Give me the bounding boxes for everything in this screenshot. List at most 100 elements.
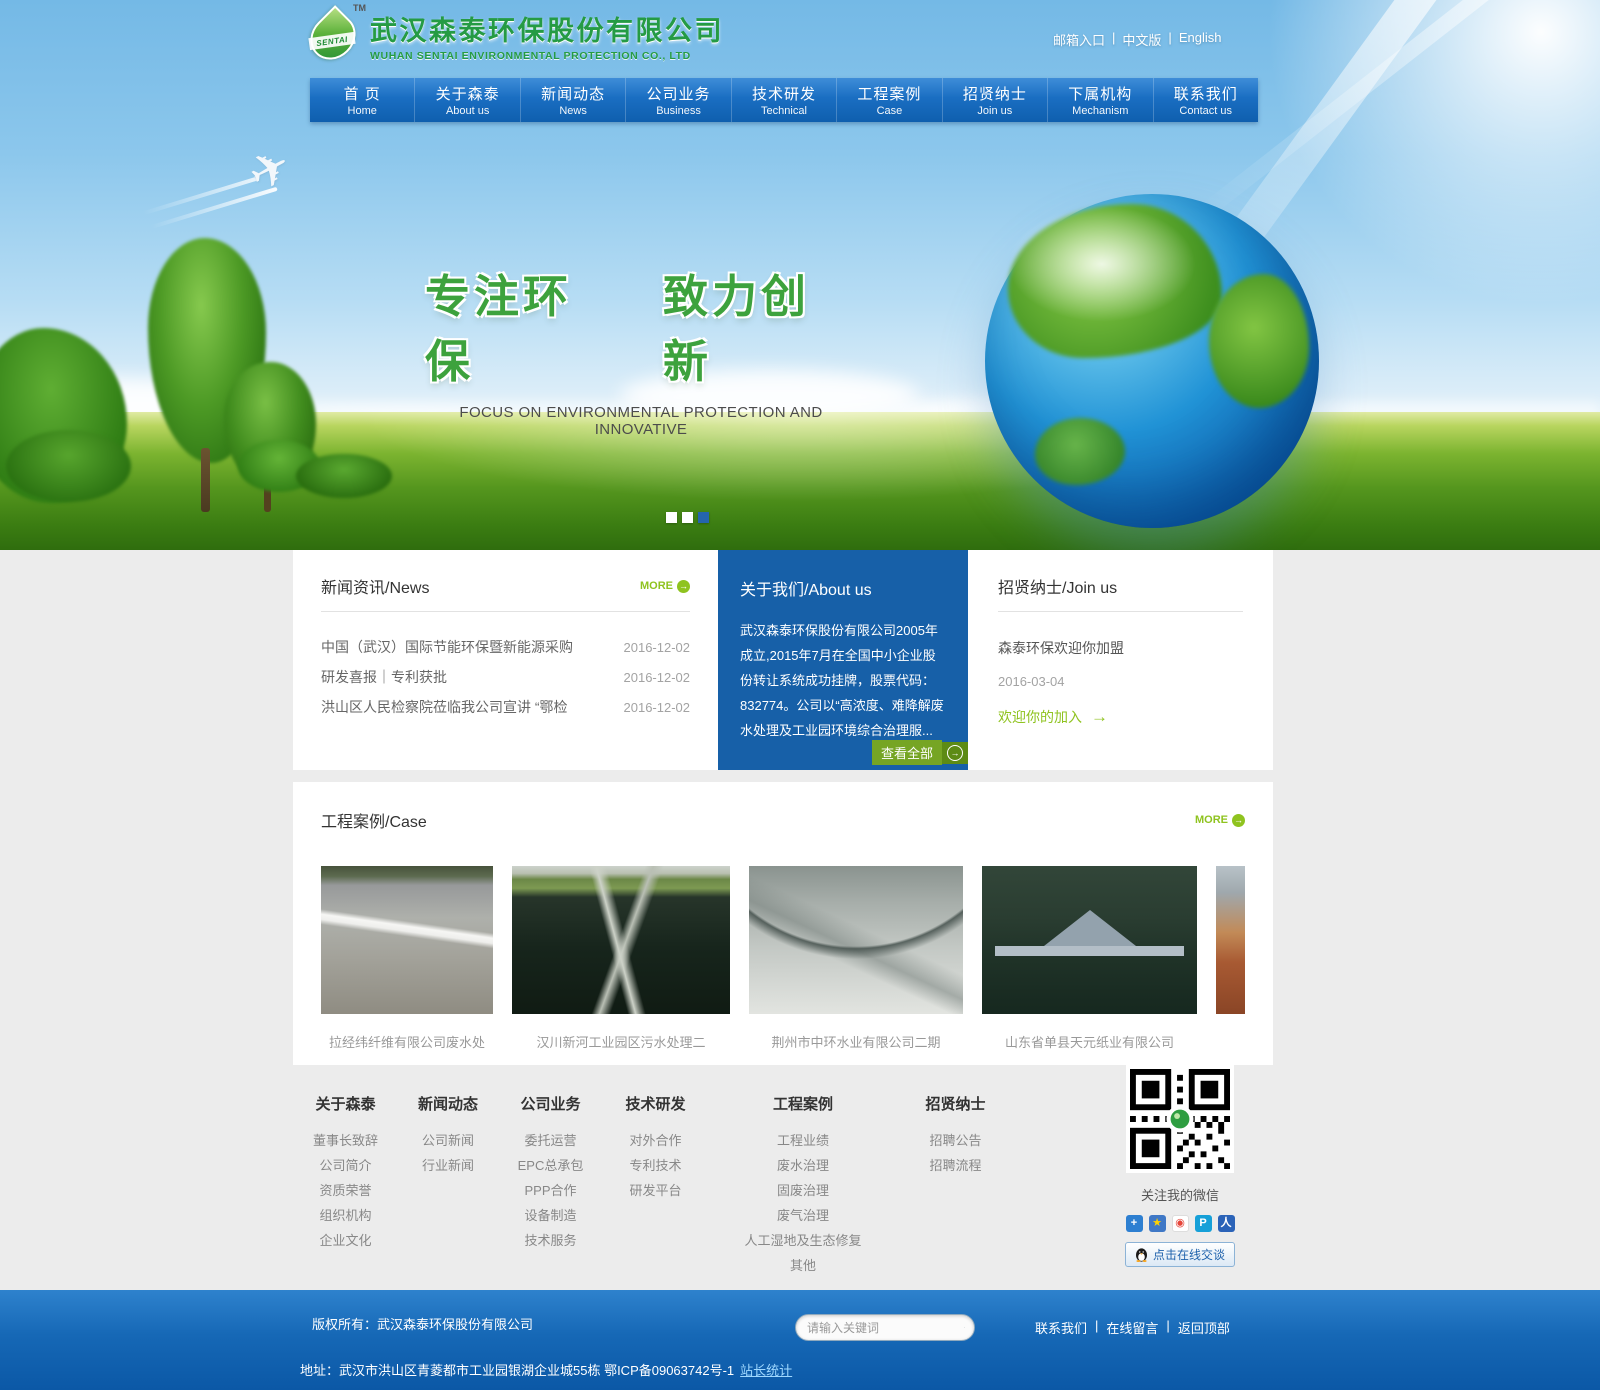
footer-col-business: 公司业务 委托运营 EPC总承包 PPP合作 设备制造 技术服务: [498, 1093, 603, 1278]
footer-link-columns: 关于森泰 董事长致辞 公司简介 资质荣誉 组织机构 企业文化 新闻动态 公司新闻…: [293, 1093, 1013, 1278]
bush: [296, 454, 392, 498]
footer-link[interactable]: 工程业绩: [708, 1128, 898, 1153]
news-more-link[interactable]: MORE →: [640, 580, 690, 593]
company-name-cn: 武汉森泰环保股份有限公司: [370, 9, 724, 48]
footer-link[interactable]: 组织机构: [293, 1203, 398, 1228]
footer-col-about: 关于森泰 董事长致辞 公司简介 资质荣誉 组织机构 企业文化: [293, 1093, 398, 1278]
renren-icon[interactable]: 人: [1218, 1215, 1235, 1232]
carousel-dot-1[interactable]: [666, 512, 677, 523]
footer-link[interactable]: 其他: [708, 1253, 898, 1278]
footer-link[interactable]: 公司新闻: [398, 1128, 498, 1153]
chinese-version-link[interactable]: 中文版: [1122, 30, 1161, 49]
banner-slogan: 专注环保 致力创新 FOCUS ON ENVIRONMENTAL PROTECT…: [425, 260, 857, 438]
carousel-dot-2[interactable]: [682, 512, 693, 523]
footer-link[interactable]: 研发平台: [603, 1178, 708, 1203]
footer-link[interactable]: 招聘公告: [898, 1128, 1013, 1153]
footer-link[interactable]: 固废治理: [708, 1178, 898, 1203]
content-row-1: 新闻资讯/News MORE → 中国（武汉）国际节能环保暨新能源采购 2016…: [293, 550, 1273, 770]
carousel-dots: [666, 512, 709, 523]
nav-item-business[interactable]: 公司业务 Business: [625, 78, 730, 122]
footer-link[interactable]: 废水治理: [708, 1153, 898, 1178]
case-more-link[interactable]: MORE →: [1195, 814, 1245, 827]
nav-item-join-us[interactable]: 招贤纳士 Join us: [942, 78, 1047, 122]
news-item[interactable]: 中国（武汉）国际节能环保暨新能源采购 2016-12-02: [321, 632, 690, 662]
globe-continent: [1035, 418, 1125, 485]
trademark-mark: TM: [353, 3, 366, 13]
separator: |: [1095, 1318, 1098, 1337]
slogan-en: FOCUS ON ENVIRONMENTAL PROTECTION AND IN…: [425, 404, 857, 438]
nav-item-case[interactable]: 工程案例 Case: [836, 78, 941, 122]
footer-col-technical: 技术研发 对外合作 专利技术 研发平台: [603, 1093, 708, 1278]
case-item[interactable]: 拉经纬纤维有限公司废水处: [321, 866, 493, 1051]
footer-link[interactable]: 董事长致辞: [293, 1128, 398, 1153]
search-icon[interactable]: [964, 1321, 965, 1334]
case-photo: [321, 866, 493, 1014]
case-caption: 荆州市中环水业有限公司二期: [749, 1032, 963, 1051]
case-caption: 汉川新河工业园区污水处理二: [512, 1032, 730, 1051]
footer-link[interactable]: 设备制造: [498, 1203, 603, 1228]
footer-link[interactable]: 资质荣誉: [293, 1178, 398, 1203]
join-welcome-link[interactable]: 欢迎你的加入 →: [998, 707, 1243, 727]
case-item-partial[interactable]: [1216, 866, 1245, 1051]
view-all-button[interactable]: 查看全部 →: [872, 740, 968, 765]
slogan-cn-left: 专注环保: [425, 260, 619, 390]
case-gallery: 拉经纬纤维有限公司废水处 汉川新河工业园区污水处理二 荆州市中环水业有限公司二期…: [321, 866, 1245, 1051]
back-to-top-link[interactable]: 返回顶部: [1178, 1318, 1230, 1337]
nav-item-contact[interactable]: 联系我们 Contact us: [1153, 78, 1258, 122]
contact-us-link[interactable]: 联系我们: [1035, 1318, 1087, 1337]
tree-trunk: [201, 448, 210, 512]
arrow-right-icon: →: [1091, 707, 1108, 727]
case-item[interactable]: 汉川新河工业园区污水处理二: [512, 866, 730, 1051]
footer-link[interactable]: 委托运营: [498, 1128, 603, 1153]
footer-col-case: 工程案例 工程业绩 废水治理 固废治理 废气治理 人工湿地及生态修复 其他: [708, 1093, 898, 1278]
p-share-icon[interactable]: P: [1195, 1215, 1212, 1232]
hero-banner: ✈ 专注环保 致力创新 FOCUS ON ENVIRONMENTAL PROTE…: [0, 0, 1600, 550]
news-item[interactable]: 洪山区人民检察院莅临我公司宣讲 “鄂检 2016-12-02: [321, 692, 690, 722]
page: ✈ 专注环保 致力创新 FOCUS ON ENVIRONMENTAL PROTE…: [0, 0, 1600, 1390]
earth-globe: [985, 194, 1319, 528]
nav-item-mechanism[interactable]: 下属机构 Mechanism: [1047, 78, 1152, 122]
footer-link[interactable]: PPP合作: [498, 1178, 603, 1203]
case-item[interactable]: 荆州市中环水业有限公司二期: [749, 866, 963, 1051]
news-date: 2016-12-02: [624, 640, 691, 655]
footer-col-join: 招贤纳士 招聘公告 招聘流程: [898, 1093, 1013, 1278]
company-logo[interactable]: SENTAI TM 武汉森泰环保股份有限公司 WUHAN SENTAI ENVI…: [308, 5, 724, 65]
mailbox-link[interactable]: 邮箱入口: [1053, 30, 1105, 49]
site-stats-link[interactable]: 站长统计: [740, 1363, 792, 1378]
news-item[interactable]: 研发喜报｜专利获批 2016-12-02: [321, 662, 690, 692]
share-plus-icon[interactable]: +: [1126, 1215, 1143, 1232]
online-message-link[interactable]: 在线留言: [1106, 1318, 1158, 1337]
nav-item-technical[interactable]: 技术研发 Technical: [731, 78, 836, 122]
case-item[interactable]: 山东省单县天元纸业有限公司: [982, 866, 1197, 1051]
footer-col-news: 新闻动态 公司新闻 行业新闻: [398, 1093, 498, 1278]
case-photo: [982, 866, 1197, 1014]
footer-link[interactable]: 专利技术: [603, 1153, 708, 1178]
nav-item-about[interactable]: 关于森泰 About us: [414, 78, 519, 122]
footer-link[interactable]: 行业新闻: [398, 1153, 498, 1178]
divider: [998, 611, 1243, 612]
nav-item-news[interactable]: 新闻动态 News: [520, 78, 625, 122]
footer-link[interactable]: 技术服务: [498, 1228, 603, 1253]
nav-item-home[interactable]: 首 页 Home: [310, 78, 414, 122]
carousel-dot-3-active[interactable]: [698, 512, 709, 523]
wechat-qr-code: [1126, 1065, 1234, 1173]
case-section-title: 工程案例/Case: [321, 808, 427, 832]
footer-link[interactable]: 企业文化: [293, 1228, 398, 1253]
footer-link[interactable]: 废气治理: [708, 1203, 898, 1228]
footer-link[interactable]: EPC总承包: [498, 1153, 603, 1178]
join-section-title: 招贤纳士/Join us: [998, 574, 1117, 598]
footer-link[interactable]: 对外合作: [603, 1128, 708, 1153]
droplet-logo-icon: SENTAI TM: [308, 5, 356, 65]
english-version-link[interactable]: English: [1179, 30, 1222, 49]
weibo-icon[interactable]: ◉: [1172, 1215, 1189, 1232]
qzone-icon[interactable]: ★: [1149, 1215, 1166, 1232]
online-chat-button[interactable]: 点击在线交谈: [1125, 1242, 1235, 1267]
footer-link[interactable]: 人工湿地及生态修复: [708, 1228, 898, 1253]
footer-link[interactable]: 公司简介: [293, 1153, 398, 1178]
main-navigation: 首 页 Home 关于森泰 About us 新闻动态 News 公司业务 Bu…: [310, 78, 1258, 122]
slogan-cn-right: 致力创新: [663, 260, 857, 390]
footer-link[interactable]: 招聘流程: [898, 1153, 1013, 1178]
search-input[interactable]: [805, 1320, 964, 1336]
copyright-text: 版权所有：武汉森泰环保股份有限公司: [312, 1314, 533, 1333]
join-item-title[interactable]: 森泰环保欢迎你加盟: [998, 638, 1243, 658]
